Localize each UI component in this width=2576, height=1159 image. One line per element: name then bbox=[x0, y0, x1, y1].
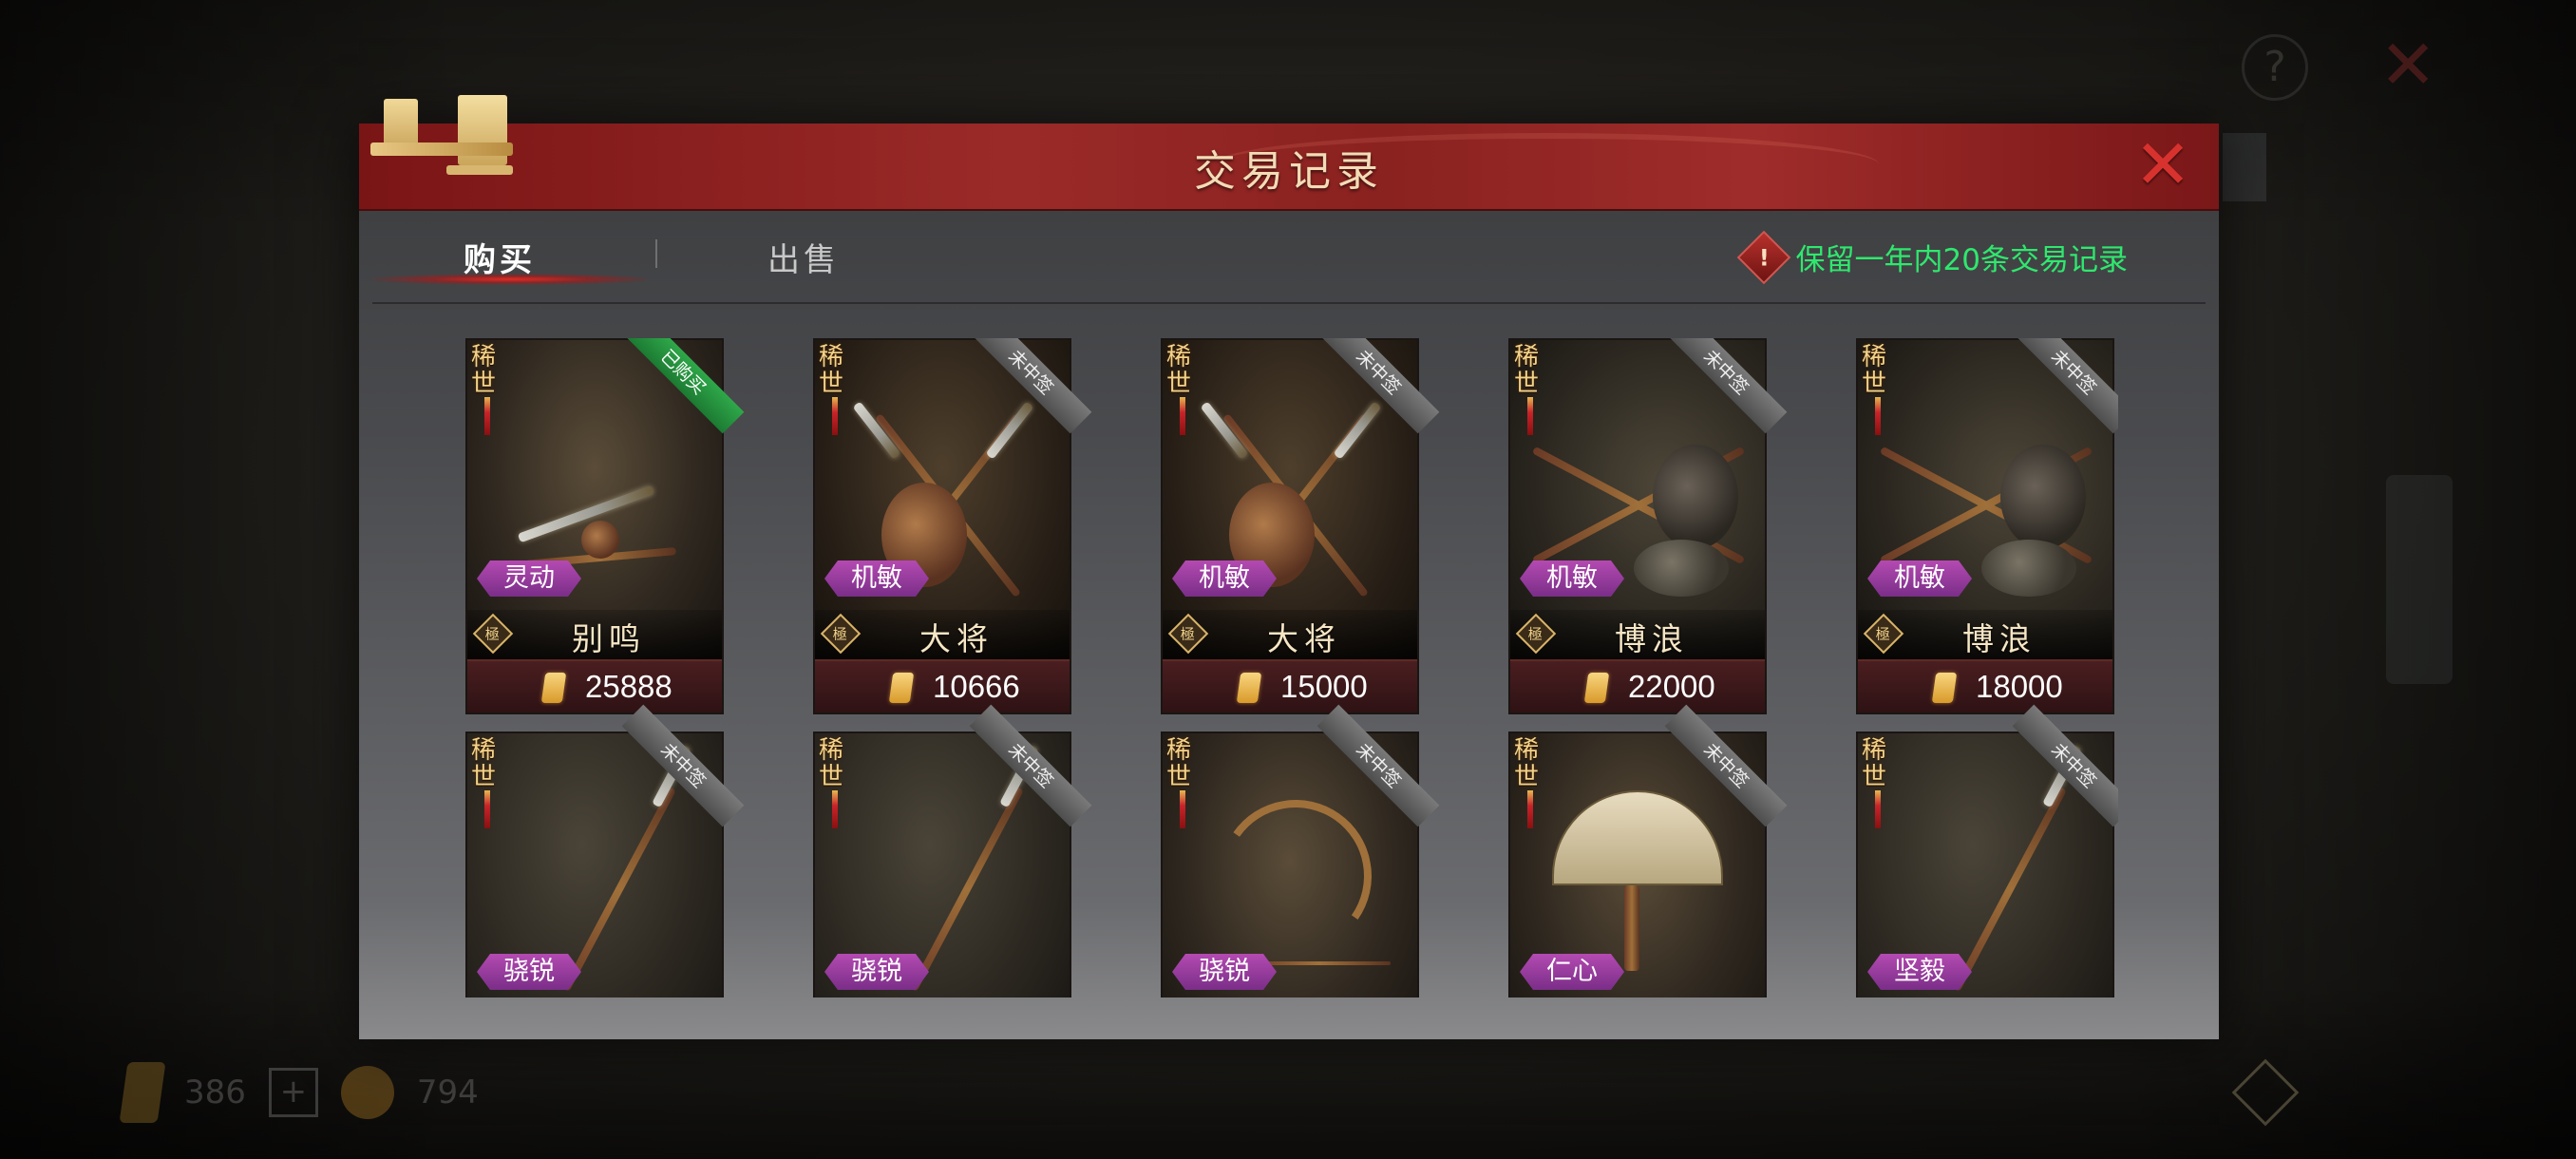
tab-bar: 购买 出售 ! 保留一年内20条交易记录 bbox=[359, 211, 2219, 296]
rank-icon: 極 bbox=[1863, 613, 1904, 655]
help-icon: ? bbox=[2242, 34, 2308, 101]
item-name: 别鸣 bbox=[572, 620, 646, 657]
background-side-box bbox=[2223, 133, 2266, 201]
trade-card[interactable]: 稀世 未中签 机敏 極 博浪 22000 bbox=[1508, 338, 1788, 714]
rank-icon: 極 bbox=[820, 613, 862, 655]
price: 18000 bbox=[1976, 669, 2063, 704]
hud-currency-bars: 386 bbox=[184, 1074, 246, 1112]
price: 15000 bbox=[1280, 669, 1368, 704]
attribute-tag: 机敏 bbox=[1520, 560, 1624, 597]
trade-record-grid: 稀世 已购买 灵动 極 别鸣 25888 稀世 未中签 机敏 極 大将 1066… bbox=[465, 338, 2118, 998]
rank-icon: 極 bbox=[1167, 613, 1209, 655]
trade-card[interactable]: 稀世 未中签 机敏 極 博浪 18000 bbox=[1856, 338, 2118, 714]
price-bar: 22000 bbox=[1510, 659, 1765, 712]
ingot-icon bbox=[1583, 673, 1610, 703]
ingot-icon bbox=[1931, 673, 1958, 703]
gold-bar-icon bbox=[119, 1062, 166, 1123]
item-name: 博浪 bbox=[1962, 620, 2036, 657]
rarity-badge: 稀世 bbox=[1166, 737, 1208, 828]
name-bar: 極 大将 bbox=[815, 610, 1070, 659]
rarity-badge: 稀世 bbox=[1862, 344, 1904, 435]
name-bar: 極 博浪 bbox=[1510, 610, 1765, 659]
price-bar: 25888 bbox=[467, 659, 722, 712]
rarity-badge: 稀世 bbox=[471, 737, 513, 828]
name-bar: 極 博浪 bbox=[1858, 610, 2112, 659]
background-close-icon: ✕ bbox=[2379, 25, 2437, 104]
attribute-tag: 坚毅 bbox=[1867, 954, 1972, 990]
attribute-tag: 灵动 bbox=[477, 560, 581, 597]
attribute-tag: 骁锐 bbox=[824, 954, 929, 990]
background-side-panel bbox=[2386, 475, 2453, 684]
tab-separator bbox=[655, 239, 657, 268]
rank-icon: 極 bbox=[1515, 613, 1557, 655]
dialog-title: 交易记录 bbox=[1194, 147, 1384, 196]
price: 22000 bbox=[1628, 669, 1715, 704]
background-hud: 386 + 794 bbox=[119, 1059, 479, 1126]
item-name: 博浪 bbox=[1615, 620, 1689, 657]
attribute-tag: 机敏 bbox=[1867, 560, 1972, 597]
rarity-badge: 稀世 bbox=[471, 344, 513, 435]
notice-text: 保留一年内20条交易记录 bbox=[1795, 243, 2128, 277]
rarity-badge: 稀世 bbox=[1862, 737, 1904, 828]
background-hud-right bbox=[2231, 1058, 2300, 1127]
price: 25888 bbox=[585, 669, 672, 704]
trade-card[interactable]: 稀世 未中签 坚毅 bbox=[1856, 704, 2118, 998]
attribute-tag: 骁锐 bbox=[1172, 954, 1277, 990]
rarity-badge: 稀世 bbox=[1166, 344, 1208, 435]
rank-icon: 極 bbox=[472, 613, 514, 655]
item-name: 大将 bbox=[919, 620, 994, 657]
item-name: 大将 bbox=[1267, 620, 1341, 657]
hud-currency-coins: 794 bbox=[416, 1074, 479, 1112]
name-bar: 極 大将 bbox=[1163, 610, 1417, 659]
trade-card[interactable]: 稀世 未中签 骁锐 bbox=[1161, 704, 1440, 998]
rarity-badge: 稀世 bbox=[1514, 737, 1556, 828]
price: 10666 bbox=[933, 669, 1020, 704]
close-button[interactable]: ✕ bbox=[2133, 130, 2192, 199]
name-bar: 極 别鸣 bbox=[467, 610, 722, 659]
tab-sell[interactable]: 出售 bbox=[767, 234, 840, 280]
rarity-badge: 稀世 bbox=[1514, 344, 1556, 435]
treasure-icon bbox=[2231, 1058, 2300, 1127]
trade-card[interactable]: 稀世 未中签 骁锐 bbox=[813, 704, 1092, 998]
warning-icon: ! bbox=[1736, 230, 1790, 284]
price-bar: 18000 bbox=[1858, 659, 2112, 712]
retention-notice: ! 保留一年内20条交易记录 bbox=[1736, 230, 2128, 284]
trade-record-dialog: 交易记录 ✕ 购买 出售 ! 保留一年内20条交易记录 稀世 已购买 灵动 極 bbox=[359, 95, 2219, 1039]
attribute-tag: 机敏 bbox=[1172, 560, 1277, 597]
trade-card[interactable]: 稀世 已购买 灵动 極 别鸣 25888 bbox=[465, 338, 745, 714]
ingot-icon bbox=[540, 673, 567, 703]
attribute-tag: 骁锐 bbox=[477, 954, 581, 990]
trade-card[interactable]: 稀世 未中签 机敏 極 大将 10666 bbox=[813, 338, 1092, 714]
add-currency-icon: + bbox=[268, 1068, 318, 1117]
trade-card[interactable]: 稀世 未中签 骁锐 bbox=[465, 704, 745, 998]
price-bar: 10666 bbox=[815, 659, 1070, 712]
trade-card[interactable]: 稀世 未中签 仁心 bbox=[1508, 704, 1788, 998]
tab-divider bbox=[372, 302, 2206, 304]
trade-card[interactable]: 稀世 未中签 机敏 極 大将 15000 bbox=[1161, 338, 1440, 714]
attribute-tag: 仁心 bbox=[1520, 954, 1624, 990]
ingot-icon bbox=[888, 673, 915, 703]
attribute-tag: 机敏 bbox=[824, 560, 929, 597]
dialog-header: 交易记录 ✕ bbox=[359, 124, 2219, 211]
price-bar: 15000 bbox=[1163, 659, 1417, 712]
coin-icon bbox=[340, 1066, 394, 1119]
tab-buy[interactable]: 购买 bbox=[464, 234, 536, 280]
rarity-badge: 稀世 bbox=[819, 737, 861, 828]
ingot-icon bbox=[1236, 673, 1262, 703]
scroll-ornament-icon bbox=[370, 95, 513, 209]
rarity-badge: 稀世 bbox=[819, 344, 861, 435]
